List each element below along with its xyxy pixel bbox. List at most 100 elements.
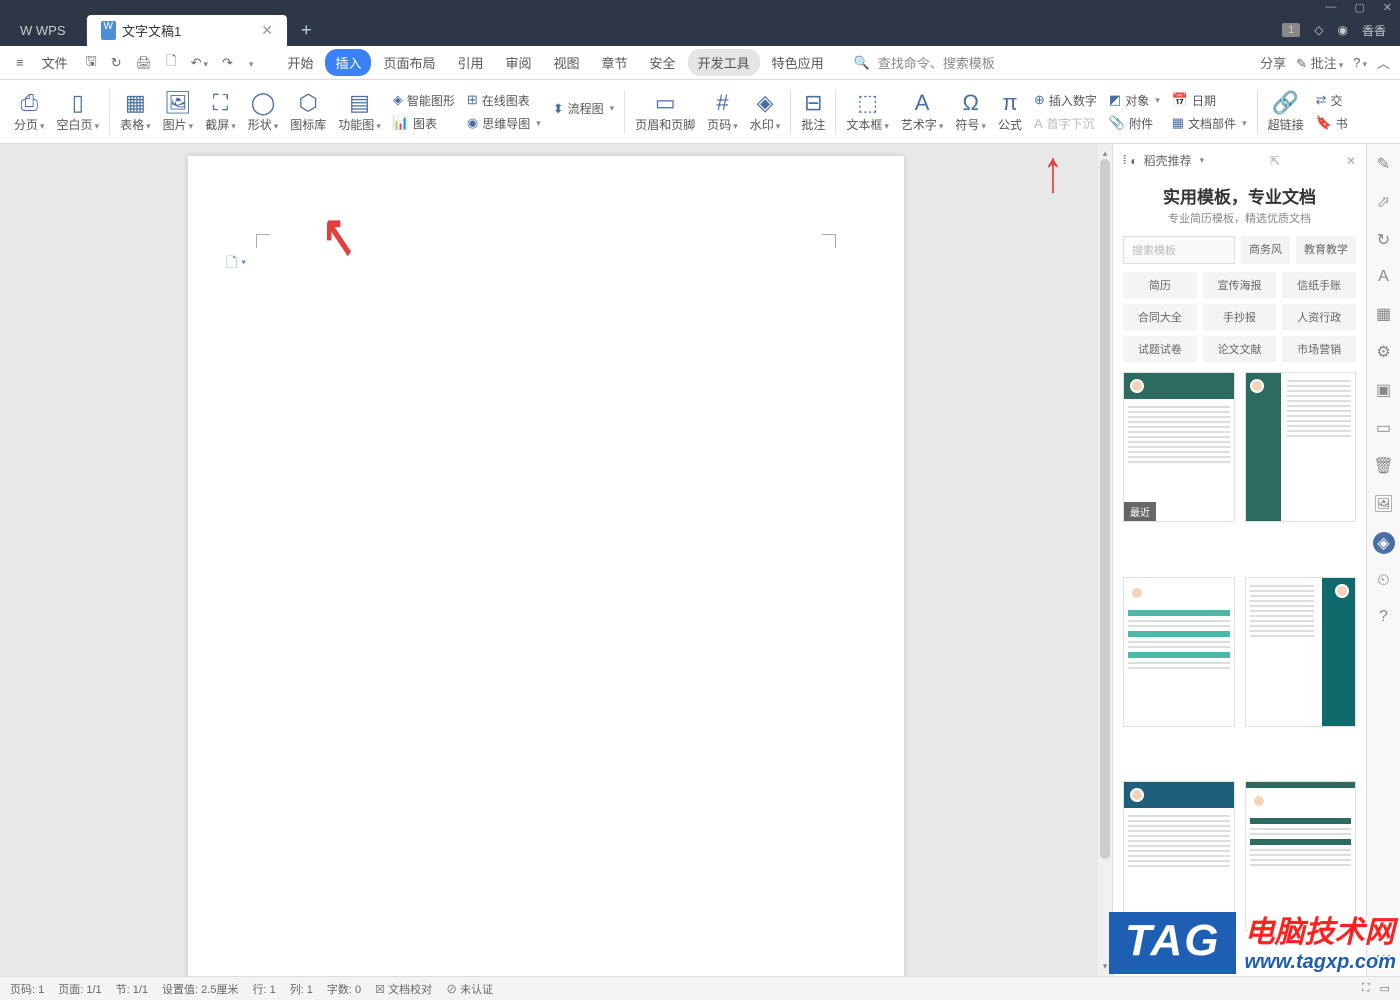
template-item[interactable] — [1123, 781, 1235, 931]
fullscreen-icon[interactable]: ⛶ — [1362, 982, 1370, 995]
menu-review[interactable]: 审阅 — [496, 49, 542, 76]
user-avatar-icon[interactable]: ◉ — [1338, 23, 1348, 37]
document-page[interactable]: 🗋 ▾ — [188, 156, 904, 976]
minimize-button[interactable]: — — [1325, 1, 1336, 14]
status-row[interactable]: 行: 1 — [252, 981, 275, 997]
save-icon[interactable]: 🖫 — [80, 48, 103, 78]
menu-view[interactable]: 视图 — [544, 49, 590, 76]
collapse-ribbon-icon[interactable]: ︿ — [1377, 53, 1390, 72]
tag-letter[interactable]: 信纸手账 — [1282, 272, 1356, 298]
ribbon-comment[interactable]: ⊟批注 — [795, 88, 831, 135]
ribbon-formula[interactable]: π公式 — [992, 88, 1028, 135]
template-item[interactable] — [1245, 372, 1357, 522]
status-check[interactable]: ☒ 文档校对 — [375, 981, 432, 997]
ribbon-mindmap[interactable]: ◉思维导图▾ — [467, 115, 541, 132]
ribbon-chart[interactable]: 📊图表 — [393, 115, 455, 132]
template-toggle-icon[interactable]: ◈ — [1373, 532, 1395, 554]
tag-paper[interactable]: 论文文献 — [1203, 336, 1277, 362]
undo-icon[interactable]: ↶▾ — [185, 51, 214, 75]
menu-developer[interactable]: 开发工具 — [688, 49, 760, 76]
panel-close-icon[interactable]: ✕ — [1346, 154, 1356, 168]
share-button[interactable]: 分享 — [1260, 53, 1286, 72]
tag-hr[interactable]: 人资行政 — [1282, 304, 1356, 330]
ribbon-attachment[interactable]: 📎附件 — [1109, 115, 1160, 132]
cursor-icon[interactable]: ⬀ — [1377, 192, 1390, 212]
redo-icon[interactable]: ↷ — [216, 51, 239, 75]
settings-icon[interactable]: ⚙ — [1376, 342, 1390, 362]
ribbon-table[interactable]: ▦表格▾ — [114, 88, 157, 135]
menu-references[interactable]: 引用 — [447, 49, 493, 76]
new-tab-button[interactable]: + — [287, 20, 326, 41]
ribbon-smart-art[interactable]: ◈智能图形 — [393, 92, 455, 109]
ribbon-crossref[interactable]: ⇄交 — [1316, 92, 1348, 109]
menu-insert[interactable]: 插入 — [325, 49, 371, 76]
menu-chapter[interactable]: 章节 — [592, 49, 638, 76]
search-placeholder[interactable]: 查找命令、搜索模板 — [878, 53, 995, 72]
ribbon-hyperlink[interactable]: 🔗超链接 — [1262, 88, 1310, 135]
ribbon-feature-diagram[interactable]: ▤功能图▾ — [332, 88, 387, 135]
ribbon-date[interactable]: 📅日期 — [1172, 92, 1247, 109]
template-item[interactable]: 最近 — [1123, 372, 1235, 522]
status-setting[interactable]: 设置值: 2.5厘米 — [162, 981, 238, 997]
ribbon-flowchart[interactable]: ⬍流程图▾ — [553, 100, 614, 117]
menu-special[interactable]: 特色应用 — [762, 49, 834, 76]
more-icon[interactable]: ⋯ — [1376, 946, 1392, 966]
ribbon-wordart[interactable]: A艺术字▾ — [895, 88, 950, 135]
template-item[interactable] — [1245, 781, 1357, 931]
ribbon-symbol[interactable]: Ω符号▾ — [949, 88, 992, 135]
view-mode-icon[interactable]: ▭ — [1380, 982, 1390, 995]
ribbon-insert-number[interactable]: ⊕插入数字 — [1034, 92, 1097, 109]
search-icon[interactable]: 🔍 — [848, 51, 876, 75]
status-pages[interactable]: 页面: 1/1 — [58, 981, 101, 997]
question-icon[interactable]: ? — [1379, 608, 1388, 626]
folder-icon[interactable]: ▣ — [1376, 380, 1391, 400]
ribbon-picture[interactable]: 🖼图片▾ — [157, 88, 200, 135]
annotate-button[interactable]: ✎ 批注▾ — [1296, 53, 1343, 72]
tag-contract[interactable]: 合同大全 — [1123, 304, 1197, 330]
notification-badge[interactable]: 1 — [1282, 23, 1300, 37]
ribbon-online-chart[interactable]: ⊞在线图表 — [467, 92, 541, 109]
pencil-icon[interactable]: ✎ — [1377, 154, 1390, 174]
ribbon-screenshot[interactable]: ⛶截屏▾ — [199, 88, 242, 135]
vertical-scrollbar[interactable]: ▴ ▾ — [1098, 144, 1112, 976]
ribbon-blank-page[interactable]: ▯空白页▾ — [51, 88, 106, 135]
close-button[interactable]: ✕ — [1383, 1, 1392, 14]
ribbon-textbox[interactable]: ⬚文本框▾ — [840, 88, 895, 135]
panel-menu-icon[interactable]: ⦙⦙ — [1123, 153, 1124, 168]
refresh-icon[interactable]: ↻ — [1377, 230, 1390, 250]
menu-file[interactable]: 文件 — [32, 49, 78, 76]
tag-exam[interactable]: 试题试卷 — [1123, 336, 1197, 362]
template-search-input[interactable]: 搜索模板 — [1123, 236, 1235, 264]
tag-handout[interactable]: 手抄报 — [1203, 304, 1277, 330]
close-tab-button[interactable]: ✕ — [261, 22, 273, 39]
maximize-button[interactable]: ▢ — [1354, 1, 1364, 14]
help-icon[interactable]: ?▾ — [1353, 55, 1367, 70]
template-item[interactable] — [1123, 577, 1235, 727]
ribbon-bookmark[interactable]: 🔖书 — [1316, 115, 1348, 132]
image-icon[interactable]: 🖼 — [1373, 494, 1393, 514]
status-page[interactable]: 页码: 1 — [10, 981, 44, 997]
hamburger-icon[interactable]: ≡ — [10, 51, 30, 74]
document-canvas[interactable]: 🗋 ▾ ↖ ↑ — [0, 144, 1098, 976]
saveas-icon[interactable]: ↻ — [105, 51, 128, 75]
search-tag-business[interactable]: 商务风 — [1241, 236, 1290, 264]
suitcase-icon[interactable]: ▭ — [1376, 418, 1391, 438]
tag-marketing[interactable]: 市场营销 — [1282, 336, 1356, 362]
panel-undock-icon[interactable]: ⇱ — [1270, 154, 1280, 168]
ribbon-page-number[interactable]: #页码▾ — [701, 88, 744, 135]
status-col[interactable]: 列: 1 — [290, 981, 313, 997]
page-options-icon[interactable]: 🗋 ▾ — [226, 252, 246, 276]
format-painter-icon[interactable]: ▾ — [241, 51, 260, 74]
ribbon-section-break[interactable]: ⎙分页▾ — [8, 88, 51, 135]
ribbon-object[interactable]: ◩对象▾ — [1109, 92, 1160, 109]
history-icon[interactable]: ⏲ — [1377, 572, 1389, 590]
trash-icon[interactable]: 🗑 — [1373, 456, 1393, 476]
ribbon-watermark[interactable]: ◈水印▾ — [744, 88, 787, 135]
tag-resume[interactable]: 简历 — [1123, 272, 1197, 298]
scroll-down-icon[interactable]: ▾ — [1103, 961, 1108, 972]
app-home-tab[interactable]: W WPS — [0, 17, 87, 44]
ribbon-docparts[interactable]: ▦文档部件▾ — [1172, 115, 1247, 132]
ribbon-icon-library[interactable]: ⬡图标库 — [284, 88, 332, 135]
print-icon[interactable]: 🖨 — [130, 51, 159, 75]
text-icon[interactable]: A — [1378, 268, 1389, 286]
